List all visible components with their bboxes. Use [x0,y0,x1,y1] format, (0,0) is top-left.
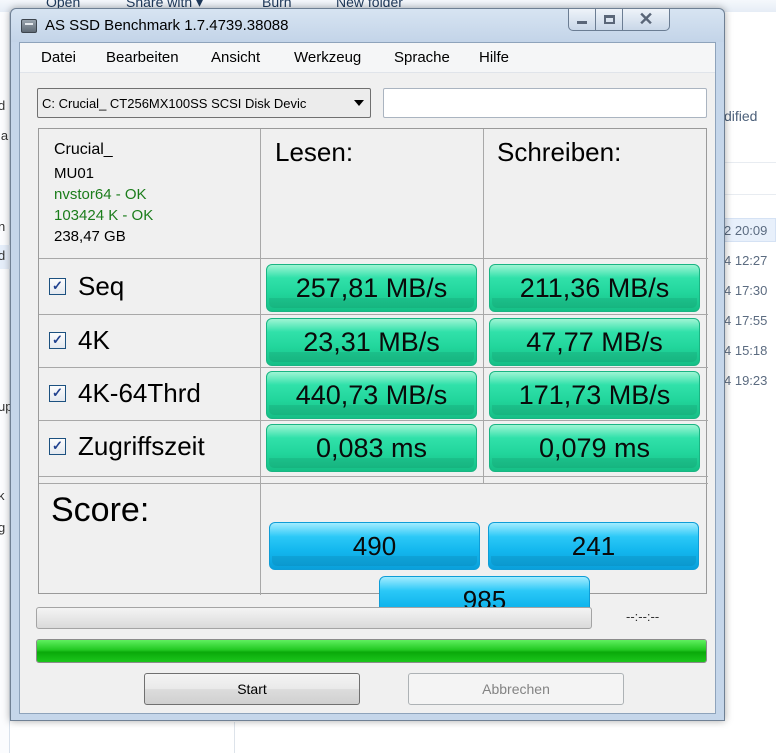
overall-progress-bar [36,639,707,663]
grid-divider [39,314,708,315]
close-icon: ✕ [638,9,654,29]
elapsed-time: --:--:-- [626,609,660,624]
menu-datei[interactable]: Datei [41,49,76,66]
drive-vendor: Crucial_ [54,141,113,158]
abort-button[interactable]: Abbrechen [408,673,624,705]
menu-sprache[interactable]: Sprache [394,49,450,66]
zugriffszeit-checkbox[interactable]: ✓ [49,437,66,455]
bg-divider [724,162,776,163]
test-row-seq: ✓ Seq [49,266,124,306]
as-ssd-window: AS SSD Benchmark 1.7.4739.38088 ✕ Datei … [10,8,725,721]
check-icon: ✓ [52,438,63,453]
score-label: Score: [51,491,150,529]
driver-status: nvstor64 - OK [54,186,147,203]
drive-firmware: MU01 [54,165,95,182]
grid-divider [260,129,261,483]
score-read: 490 [269,522,480,570]
chevron-down-icon [354,100,364,106]
bg-nav-fragment[interactable]: n [0,219,5,234]
results-grid: Crucial_ MU01 nvstor64 - OK 103424 K - O… [38,128,708,624]
grid-divider [39,483,708,484]
drive-select[interactable]: C: Crucial_ CT256MX100SS SCSI Disk Devic [37,88,371,118]
bg-date[interactable]: 2 20:09 [724,223,767,238]
bg-divider [234,722,235,753]
drive-size: 238,47 GB [54,228,126,245]
bg-date[interactable]: 4 17:55 [724,313,767,328]
test-progress-bar [36,607,592,629]
menu-werkzeug[interactable]: Werkzeug [294,49,361,66]
title-bar[interactable]: AS SSD Benchmark 1.7.4739.38088 ✕ [11,9,724,42]
alignment-status: 103424 K - OK [54,207,154,224]
background-nav-pane: d la n d up k g [0,12,12,753]
start-button[interactable]: Start [144,673,360,705]
seq-checkbox[interactable]: ✓ [49,277,66,295]
grid-divider [260,483,261,595]
caption-buttons: ✕ [568,9,718,31]
drive-select-value: C: Crucial_ CT256MX100SS SCSI Disk Devic [42,96,307,111]
test-row-zugriffszeit: ✓ Zugriffszeit [49,426,205,466]
overall-progress-fill [37,640,706,662]
test-label-4k-64thrd: 4K-64Thrd [78,377,201,408]
test-label-4k: 4K [78,324,110,355]
check-icon: ✓ [52,332,63,347]
zugriffszeit-write-result: 0,079 ms [489,424,700,472]
menu-ansicht[interactable]: Ansicht [211,49,260,66]
check-icon: ✓ [52,385,63,400]
grid-divider [483,129,484,483]
drive-icon [21,19,37,33]
grid-divider [39,258,708,259]
zugriffszeit-read-result: 0,083 ms [266,424,477,472]
background-file-list: dified 2 20:09 4 12:27 4 17:30 4 17:55 4… [724,12,776,753]
column-header-read: Lesen: [275,137,354,167]
grid-divider [39,420,708,421]
bg-date[interactable]: 4 17:30 [724,283,767,298]
bg-column-header-modified[interactable]: dified [724,108,757,124]
bg-nav-fragment[interactable]: k [0,488,5,503]
maximize-button[interactable] [596,9,623,31]
menu-hilfe[interactable]: Hilfe [479,49,509,66]
client-area: Datei Bearbeiten Ansicht Werkzeug Sprach… [19,42,716,714]
bg-nav-fragment[interactable]: d [0,98,5,113]
bg-nav-fragment[interactable]: d [0,248,5,263]
info-text-field[interactable] [383,88,707,118]
bg-divider [724,194,776,195]
bg-nav-fragment[interactable]: la [0,128,8,143]
bg-date[interactable]: 4 15:18 [724,343,767,358]
seq-write-result: 211,36 MB/s [489,264,700,312]
bg-nav-fragment[interactable]: g [0,520,5,535]
grid-divider [39,476,708,477]
4k-checkbox[interactable]: ✓ [49,331,66,349]
check-icon: ✓ [52,278,63,293]
4k-write-result: 47,77 MB/s [489,318,700,366]
4k-read-result: 23,31 MB/s [266,318,477,366]
bg-date[interactable]: 4 19:23 [724,373,767,388]
drive-info: Crucial_ MU01 nvstor64 - OK 103424 K - O… [54,137,153,247]
column-header-write: Schreiben: [497,137,622,167]
score-write: 241 [488,522,699,570]
maximize-icon [603,15,615,24]
4k-64thrd-checkbox[interactable]: ✓ [49,384,66,402]
window-title: AS SSD Benchmark 1.7.4739.38088 [45,17,289,34]
test-row-4k: ✓ 4K [49,320,110,360]
minimize-icon [577,21,587,24]
bg-date[interactable]: 4 12:27 [724,253,767,268]
close-button[interactable]: ✕ [623,9,670,31]
4k-64thrd-read-result: 440,73 MB/s [266,371,477,419]
grid-divider [39,367,708,368]
menu-bar: Datei Bearbeiten Ansicht Werkzeug Sprach… [20,43,715,73]
seq-read-result: 257,81 MB/s [266,264,477,312]
4k-64thrd-write-result: 171,73 MB/s [489,371,700,419]
menu-bearbeiten[interactable]: Bearbeiten [106,49,179,66]
minimize-button[interactable] [568,9,596,31]
test-row-4k-64thrd: ✓ 4K-64Thrd [49,373,201,413]
test-label-zugriffszeit: Zugriffszeit [78,430,205,461]
test-label-seq: Seq [78,270,125,301]
